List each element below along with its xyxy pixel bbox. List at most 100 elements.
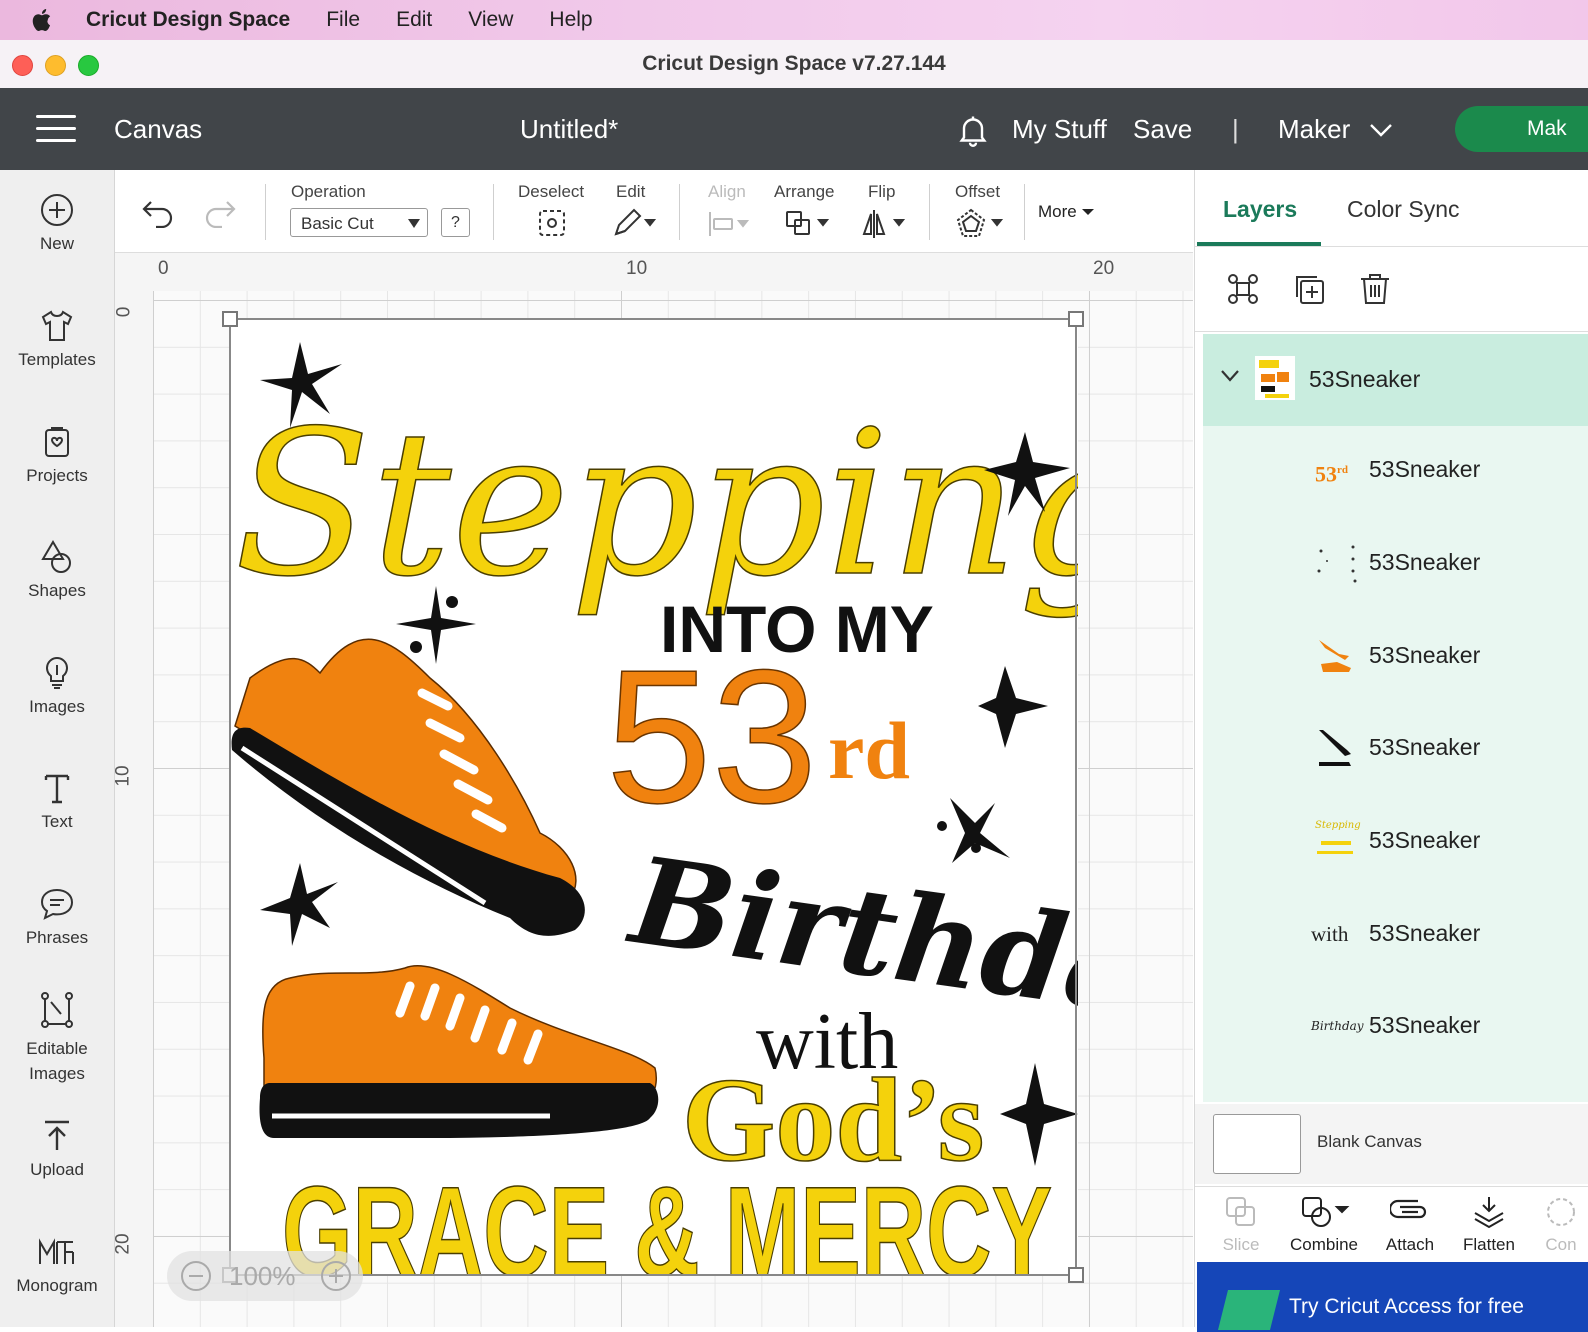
layer-row[interactable]: 53Sneaker (1203, 519, 1588, 611)
cricut-access-banner[interactable]: Try Cricut Access for free (1197, 1262, 1588, 1332)
window-minimize-button[interactable] (45, 55, 66, 76)
chevron-down-icon[interactable] (1219, 368, 1241, 384)
sidebar-item-projects[interactable]: Projects (0, 424, 114, 486)
attach-icon (1390, 1199, 1427, 1219)
attach-button[interactable]: Attach (1383, 1195, 1437, 1255)
sidebar-item-label: Monogram (16, 1276, 98, 1295)
document-title[interactable]: Untitled* (520, 114, 618, 145)
layer-thumbnail-53rd: 53rd (1315, 461, 1348, 487)
tab-layers[interactable]: Layers (1223, 196, 1297, 223)
sidebar-item-editable-images[interactable]: Editable Images (0, 990, 114, 1086)
offset-label: Offset (955, 182, 1001, 201)
make-button[interactable]: Mak (1455, 106, 1588, 152)
blank-canvas-label: Blank Canvas (1317, 1132, 1422, 1151)
menu-view[interactable]: View (468, 8, 513, 32)
sidebar-item-templates[interactable]: Templates (0, 308, 114, 370)
menubar-app-name[interactable]: Cricut Design Space (86, 8, 290, 32)
layer-thumbnail-stars (1317, 545, 1357, 583)
window-zoom-button[interactable] (78, 55, 99, 76)
layer-row[interactable]: Birthday 53Sneaker (1203, 982, 1588, 1074)
group-icon[interactable] (1225, 271, 1261, 307)
menu-file[interactable]: File (326, 8, 360, 32)
monogram-icon (39, 1238, 74, 1264)
arrange-label: Arrange (774, 182, 835, 201)
deselect-icon[interactable] (537, 208, 567, 238)
deselect-label: Deselect (518, 182, 585, 201)
shirt-icon (41, 310, 73, 341)
save-button[interactable]: Save (1133, 114, 1192, 145)
arrange-icon[interactable] (785, 208, 831, 238)
ruler-number: 10 (626, 258, 648, 279)
more-label: More (1038, 202, 1077, 221)
sidebar-item-label: Templates (18, 350, 96, 369)
operation-help-button[interactable]: ? (441, 208, 470, 237)
right-panel: Layers Color Sync 53Sneaker 53rd 53Sneak… (1194, 170, 1588, 1332)
align-icon[interactable] (707, 210, 753, 238)
window-close-button[interactable] (12, 55, 33, 76)
sidebar-item-shapes[interactable]: Shapes (0, 539, 114, 601)
ruler-number: 20 (1093, 258, 1115, 279)
speech-bubble-icon (40, 888, 74, 920)
layer-name: 53Sneaker (1369, 1012, 1481, 1038)
layer-row[interactable]: Stepping 53Sneaker (1203, 797, 1588, 889)
operation-select[interactable]: Basic Cut (290, 208, 428, 237)
layer-thumbnail-yellow-text: Stepping (1315, 819, 1361, 863)
sidebar-item-images[interactable]: Images (0, 655, 114, 717)
sidebar-item-phrases[interactable]: Phrases (0, 886, 114, 948)
text-icon (44, 774, 70, 804)
tab-color-sync[interactable]: Color Sync (1347, 196, 1459, 223)
blank-canvas-thumbnail (1213, 1114, 1301, 1174)
resize-handle-top-right[interactable] (1068, 311, 1084, 327)
flip-icon[interactable] (861, 208, 907, 238)
sidebar-item-text[interactable]: Text (0, 770, 114, 832)
combine-button[interactable]: Combine (1287, 1195, 1361, 1255)
flatten-button[interactable]: Flatten (1461, 1195, 1517, 1255)
zoom-in-icon[interactable] (319, 1259, 353, 1293)
resize-handle-bottom-right[interactable] (1068, 1267, 1084, 1283)
sidebar-item-new[interactable]: New (0, 192, 114, 254)
undo-icon[interactable] (141, 198, 175, 228)
slice-button[interactable]: Slice (1221, 1195, 1261, 1255)
layer-name: 53Sneaker (1369, 642, 1481, 668)
layer-group-row[interactable]: 53Sneaker (1203, 334, 1588, 426)
duplicate-icon[interactable] (1291, 271, 1327, 307)
hamburger-menu-icon[interactable] (36, 115, 76, 143)
zoom-level: 100% (229, 1261, 296, 1291)
offset-icon[interactable] (955, 208, 1005, 240)
layer-row[interactable]: 53Sneaker (1203, 704, 1588, 796)
redo-icon[interactable] (203, 198, 237, 228)
trash-icon[interactable] (1357, 271, 1393, 307)
flatten-icon (1474, 1197, 1504, 1229)
sidebar-item-label: Editable (26, 1039, 88, 1058)
my-stuff-link[interactable]: My Stuff (1012, 114, 1107, 145)
notification-bell-icon[interactable] (955, 112, 991, 148)
sidebar-item-label: Shapes (28, 581, 86, 600)
zoom-out-icon[interactable] (179, 1259, 213, 1293)
blank-canvas-row[interactable]: Blank Canvas (1195, 1104, 1588, 1184)
resize-handle-top-left[interactable] (222, 311, 238, 327)
design-canvas[interactable]: Stepping INTO MY 53 rd Birthday with God… (153, 291, 1193, 1327)
layer-name: 53Sneaker (1369, 549, 1481, 575)
combine-icon (1302, 1197, 1350, 1227)
header-section-title: Canvas (114, 114, 203, 144)
chevron-down-icon[interactable] (1368, 120, 1394, 140)
apple-logo-icon[interactable] (30, 7, 56, 33)
more-menu-button[interactable]: More (1038, 202, 1095, 222)
menu-help[interactable]: Help (549, 8, 592, 32)
machine-selector[interactable]: Maker (1278, 114, 1350, 145)
window-title: Cricut Design Space v7.27.144 (642, 52, 946, 75)
sidebar-item-label: Projects (26, 466, 88, 485)
layer-name: 53Sneaker (1369, 734, 1481, 760)
sidebar-item-label: Images (29, 1064, 85, 1083)
contour-button[interactable]: Con (1541, 1195, 1581, 1255)
layer-row[interactable]: 53Sneaker (1203, 612, 1588, 704)
layer-row[interactable]: 53rd 53Sneaker (1203, 426, 1588, 518)
edit-pencil-icon[interactable] (612, 208, 658, 238)
sidebar-item-monogram[interactable]: Monogram (0, 1234, 114, 1296)
sidebar-item-upload[interactable]: Upload (0, 1118, 114, 1180)
layer-row[interactable]: with 53Sneaker (1203, 890, 1588, 982)
toolbar-divider (1024, 184, 1025, 240)
menu-edit[interactable]: Edit (396, 8, 432, 32)
selection-bounding-box[interactable] (222, 311, 1084, 1283)
access-banner-text: Try Cricut Access for free (1289, 1295, 1524, 1318)
